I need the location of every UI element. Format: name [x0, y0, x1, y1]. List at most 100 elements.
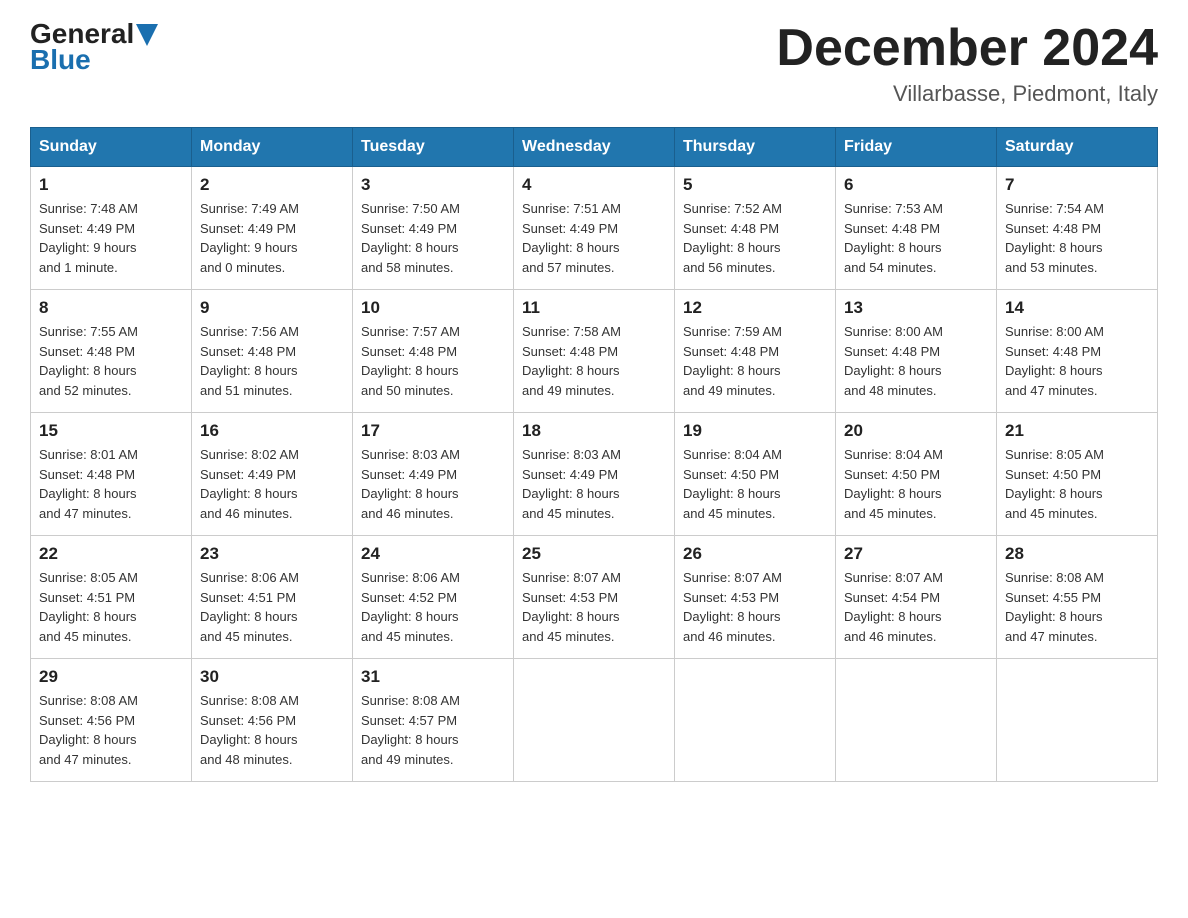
day-number: 21 [1005, 421, 1149, 441]
day-cell-27: 27Sunrise: 8:07 AMSunset: 4:54 PMDayligh… [836, 536, 997, 659]
day-number: 22 [39, 544, 183, 564]
day-info: Sunrise: 8:05 AMSunset: 4:50 PMDaylight:… [1005, 445, 1149, 523]
day-number: 7 [1005, 175, 1149, 195]
day-info: Sunrise: 7:54 AMSunset: 4:48 PMDaylight:… [1005, 199, 1149, 277]
empty-cell [997, 659, 1158, 782]
day-number: 3 [361, 175, 505, 195]
day-cell-19: 19Sunrise: 8:04 AMSunset: 4:50 PMDayligh… [675, 413, 836, 536]
day-info: Sunrise: 8:01 AMSunset: 4:48 PMDaylight:… [39, 445, 183, 523]
empty-cell [514, 659, 675, 782]
empty-cell [675, 659, 836, 782]
week-row-1: 1 Sunrise: 7:48 AMSunset: 4:49 PMDaylight… [31, 167, 1158, 290]
day-info: Sunrise: 8:04 AMSunset: 4:50 PMDaylight:… [844, 445, 988, 523]
col-header-saturday: Saturday [997, 128, 1158, 167]
calendar-table: SundayMondayTuesdayWednesdayThursdayFrid… [30, 127, 1158, 782]
week-row-3: 15Sunrise: 8:01 AMSunset: 4:48 PMDayligh… [31, 413, 1158, 536]
day-number: 14 [1005, 298, 1149, 318]
day-number: 26 [683, 544, 827, 564]
day-number: 2 [200, 175, 344, 195]
day-number: 17 [361, 421, 505, 441]
col-header-thursday: Thursday [675, 128, 836, 167]
location-subtitle: Villarbasse, Piedmont, Italy [776, 81, 1158, 107]
day-cell-9: 9 Sunrise: 7:56 AMSunset: 4:48 PMDaylight… [192, 290, 353, 413]
logo: General Blue [30, 20, 158, 74]
day-cell-7: 7 Sunrise: 7:54 AMSunset: 4:48 PMDaylight… [997, 167, 1158, 290]
day-info: Sunrise: 7:56 AMSunset: 4:48 PMDaylight:… [200, 322, 344, 400]
week-row-2: 8Sunrise: 7:55 AMSunset: 4:48 PMDaylight… [31, 290, 1158, 413]
day-cell-22: 22Sunrise: 8:05 AMSunset: 4:51 PMDayligh… [31, 536, 192, 659]
day-cell-8: 8Sunrise: 7:55 AMSunset: 4:48 PMDaylight… [31, 290, 192, 413]
day-info: Sunrise: 8:06 AMSunset: 4:52 PMDaylight:… [361, 568, 505, 646]
day-info: Sunrise: 7:57 AMSunset: 4:48 PMDaylight:… [361, 322, 505, 400]
title-block: December 2024 Villarbasse, Piedmont, Ita… [776, 20, 1158, 107]
day-cell-26: 26 Sunrise: 8:07 AMSunset: 4:53 PMDayligh… [675, 536, 836, 659]
day-info: Sunrise: 8:07 AMSunset: 4:54 PMDaylight:… [844, 568, 988, 646]
week-row-5: 29 Sunrise: 8:08 AMSunset: 4:56 PMDayligh… [31, 659, 1158, 782]
day-info: Sunrise: 8:03 AMSunset: 4:49 PMDaylight:… [522, 445, 666, 523]
day-cell-17: 17Sunrise: 8:03 AMSunset: 4:49 PMDayligh… [353, 413, 514, 536]
col-header-tuesday: Tuesday [353, 128, 514, 167]
day-info: Sunrise: 8:00 AMSunset: 4:48 PMDaylight:… [844, 322, 988, 400]
day-number: 9 [200, 298, 344, 318]
day-info: Sunrise: 7:52 AMSunset: 4:48 PMDaylight:… [683, 199, 827, 277]
day-number: 30 [200, 667, 344, 687]
day-number: 11 [522, 298, 666, 318]
day-cell-12: 12Sunrise: 7:59 AMSunset: 4:48 PMDayligh… [675, 290, 836, 413]
day-number: 4 [522, 175, 666, 195]
day-number: 20 [844, 421, 988, 441]
day-cell-13: 13 Sunrise: 8:00 AMSunset: 4:48 PMDayligh… [836, 290, 997, 413]
day-number: 29 [39, 667, 183, 687]
day-info: Sunrise: 8:08 AMSunset: 4:55 PMDaylight:… [1005, 568, 1149, 646]
day-cell-24: 24 Sunrise: 8:06 AMSunset: 4:52 PMDayligh… [353, 536, 514, 659]
day-cell-2: 2 Sunrise: 7:49 AMSunset: 4:49 PMDaylight… [192, 167, 353, 290]
day-info: Sunrise: 7:48 AMSunset: 4:49 PMDaylight:… [39, 199, 183, 277]
day-info: Sunrise: 8:08 AMSunset: 4:56 PMDaylight:… [39, 691, 183, 769]
day-number: 10 [361, 298, 505, 318]
logo-arrow-icon [136, 24, 158, 46]
day-info: Sunrise: 7:51 AMSunset: 4:49 PMDaylight:… [522, 199, 666, 277]
day-cell-21: 21 Sunrise: 8:05 AMSunset: 4:50 PMDayligh… [997, 413, 1158, 536]
day-cell-14: 14 Sunrise: 8:00 AMSunset: 4:48 PMDayligh… [997, 290, 1158, 413]
day-info: Sunrise: 7:59 AMSunset: 4:48 PMDaylight:… [683, 322, 827, 400]
day-cell-11: 11 Sunrise: 7:58 AMSunset: 4:48 PMDayligh… [514, 290, 675, 413]
day-cell-3: 3 Sunrise: 7:50 AMSunset: 4:49 PMDaylight… [353, 167, 514, 290]
day-number: 23 [200, 544, 344, 564]
day-info: Sunrise: 8:00 AMSunset: 4:48 PMDaylight:… [1005, 322, 1149, 400]
day-number: 13 [844, 298, 988, 318]
day-number: 25 [522, 544, 666, 564]
col-header-wednesday: Wednesday [514, 128, 675, 167]
month-title: December 2024 [776, 20, 1158, 77]
day-cell-29: 29 Sunrise: 8:08 AMSunset: 4:56 PMDayligh… [31, 659, 192, 782]
logo-text-blue: Blue [30, 46, 158, 74]
day-cell-18: 18 Sunrise: 8:03 AMSunset: 4:49 PMDayligh… [514, 413, 675, 536]
day-cell-20: 20 Sunrise: 8:04 AMSunset: 4:50 PMDayligh… [836, 413, 997, 536]
day-number: 28 [1005, 544, 1149, 564]
day-info: Sunrise: 7:50 AMSunset: 4:49 PMDaylight:… [361, 199, 505, 277]
day-number: 5 [683, 175, 827, 195]
day-info: Sunrise: 8:07 AMSunset: 4:53 PMDaylight:… [522, 568, 666, 646]
day-cell-10: 10 Sunrise: 7:57 AMSunset: 4:48 PMDayligh… [353, 290, 514, 413]
day-info: Sunrise: 7:58 AMSunset: 4:48 PMDaylight:… [522, 322, 666, 400]
day-info: Sunrise: 7:53 AMSunset: 4:48 PMDaylight:… [844, 199, 988, 277]
day-number: 31 [361, 667, 505, 687]
day-cell-31: 31Sunrise: 8:08 AMSunset: 4:57 PMDayligh… [353, 659, 514, 782]
day-info: Sunrise: 8:07 AMSunset: 4:53 PMDaylight:… [683, 568, 827, 646]
day-number: 1 [39, 175, 183, 195]
day-number: 24 [361, 544, 505, 564]
day-info: Sunrise: 8:08 AMSunset: 4:56 PMDaylight:… [200, 691, 344, 769]
empty-cell [836, 659, 997, 782]
day-number: 6 [844, 175, 988, 195]
day-cell-30: 30 Sunrise: 8:08 AMSunset: 4:56 PMDayligh… [192, 659, 353, 782]
day-info: Sunrise: 8:02 AMSunset: 4:49 PMDaylight:… [200, 445, 344, 523]
col-header-friday: Friday [836, 128, 997, 167]
day-cell-6: 6 Sunrise: 7:53 AMSunset: 4:48 PMDaylight… [836, 167, 997, 290]
day-info: Sunrise: 7:49 AMSunset: 4:49 PMDaylight:… [200, 199, 344, 277]
day-cell-1: 1 Sunrise: 7:48 AMSunset: 4:49 PMDaylight… [31, 167, 192, 290]
day-cell-5: 5 Sunrise: 7:52 AMSunset: 4:48 PMDaylight… [675, 167, 836, 290]
day-info: Sunrise: 7:55 AMSunset: 4:48 PMDaylight:… [39, 322, 183, 400]
day-number: 19 [683, 421, 827, 441]
day-cell-25: 25 Sunrise: 8:07 AMSunset: 4:53 PMDayligh… [514, 536, 675, 659]
day-cell-28: 28 Sunrise: 8:08 AMSunset: 4:55 PMDayligh… [997, 536, 1158, 659]
week-row-4: 22Sunrise: 8:05 AMSunset: 4:51 PMDayligh… [31, 536, 1158, 659]
day-number: 18 [522, 421, 666, 441]
